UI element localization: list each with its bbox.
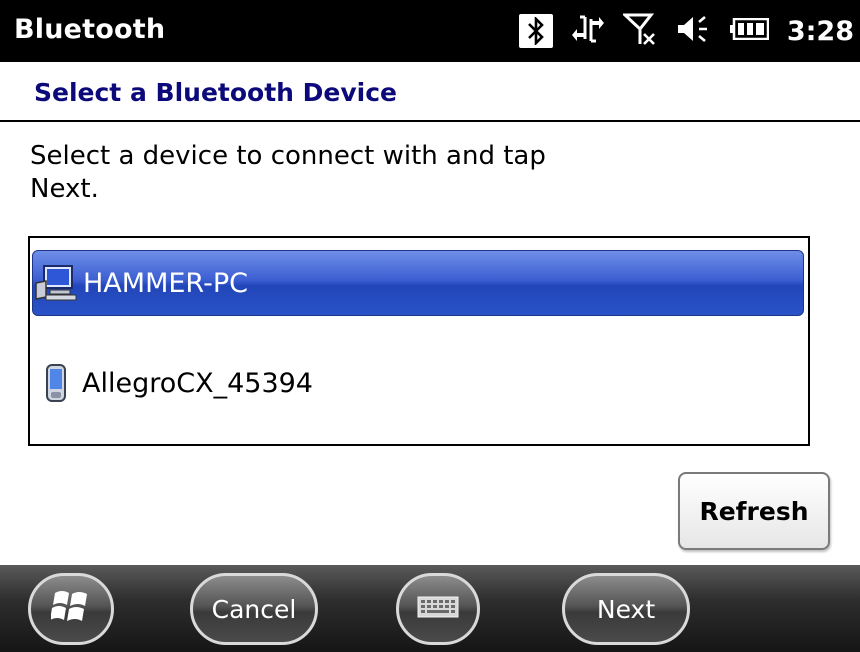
- device-name: AllegroCX_45394: [82, 367, 313, 399]
- handheld-device-icon: [32, 361, 80, 405]
- status-bar: Bluetooth 3:28: [0, 0, 860, 62]
- next-button[interactable]: Next: [562, 573, 690, 645]
- battery-icon: [729, 17, 770, 44]
- page-header: Select a Bluetooth Device: [0, 62, 860, 122]
- computer-icon: [33, 261, 81, 305]
- bluetooth-icon: [518, 14, 553, 48]
- device-item-allegrocx[interactable]: AllegroCX_45394: [32, 350, 804, 416]
- clock: 3:28: [786, 15, 854, 47]
- refresh-button[interactable]: Refresh: [678, 472, 830, 550]
- keyboard-icon: [417, 595, 459, 624]
- device-list[interactable]: HAMMER-PC AllegroCX_45394: [28, 236, 810, 446]
- start-button[interactable]: [28, 573, 114, 645]
- page-title: Select a Bluetooth Device: [34, 78, 398, 107]
- app-title: Bluetooth: [14, 14, 166, 45]
- data-connection-icon: [571, 13, 605, 49]
- keyboard-button[interactable]: [396, 573, 480, 645]
- windows-logo-icon: [50, 587, 91, 631]
- instruction-text: Select a device to connect with and tap …: [30, 141, 546, 204]
- cancel-button[interactable]: Cancel: [190, 573, 318, 645]
- speaker-icon: [675, 14, 711, 48]
- device-name: HAMMER-PC: [83, 267, 248, 299]
- status-icons[interactable]: 3:28: [518, 9, 854, 53]
- device-item-hammer-pc[interactable]: HAMMER-PC: [32, 250, 804, 316]
- softkey-bar: Cancel Next: [0, 565, 860, 652]
- no-signal-icon: [621, 12, 657, 50]
